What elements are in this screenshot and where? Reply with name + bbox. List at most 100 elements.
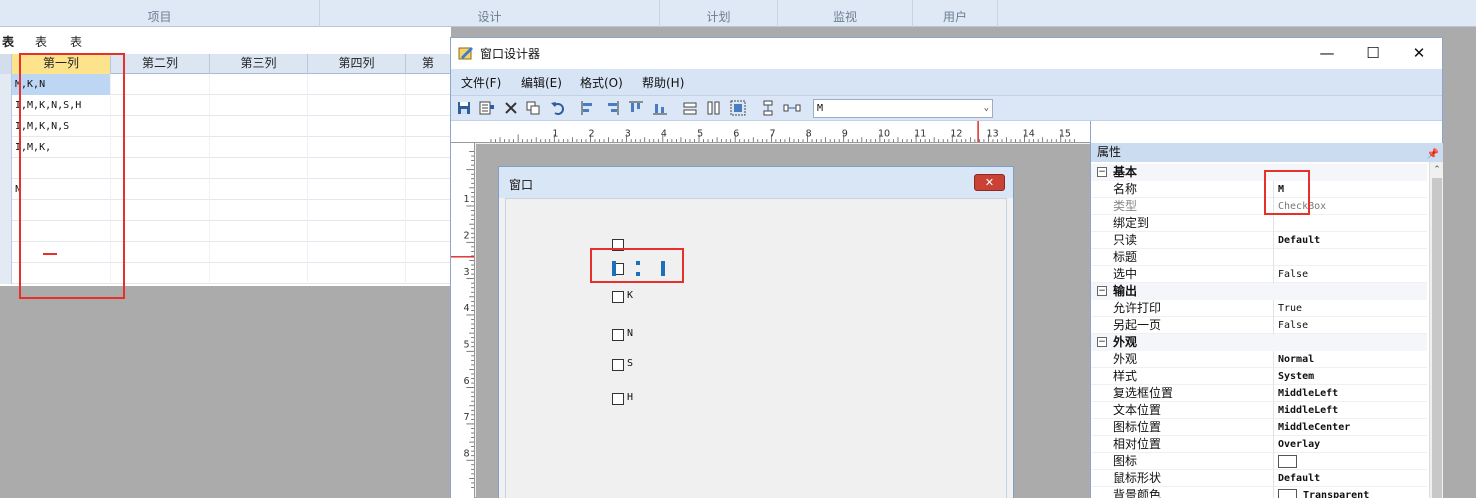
minimize-button[interactable]: — [1304, 38, 1350, 69]
prop-value[interactable]: MiddleLeft [1278, 385, 1338, 402]
horizontal-spacing-icon[interactable] [783, 99, 801, 117]
table-cell[interactable] [406, 95, 451, 116]
designed-form-body[interactable]: K N S H [505, 198, 1007, 498]
table-cell[interactable] [210, 200, 308, 221]
prop-row-backcolor[interactable]: 背景颜色 Transparent [1091, 487, 1427, 498]
category-appearance[interactable]: − 外观 [1091, 334, 1427, 351]
align-right-icon[interactable] [603, 99, 621, 117]
row-number[interactable] [0, 221, 12, 242]
prop-row-type[interactable]: 类型 CheckBox [1091, 198, 1427, 215]
undo-icon[interactable] [549, 99, 567, 117]
color-swatch[interactable] [1278, 489, 1297, 498]
maximize-button[interactable]: ☐ [1350, 38, 1396, 69]
table-cell[interactable] [210, 95, 308, 116]
prop-row-check-align[interactable]: 复选框位置 MiddleLeft [1091, 385, 1427, 402]
image-swatch[interactable] [1278, 455, 1297, 468]
table-cell[interactable] [111, 158, 210, 179]
align-top-icon[interactable] [627, 99, 645, 117]
table-cell[interactable] [210, 158, 308, 179]
table-cell[interactable] [308, 242, 406, 263]
table-cell[interactable] [308, 200, 406, 221]
prop-value[interactable]: True [1278, 300, 1302, 317]
collapse-icon[interactable]: − [1097, 337, 1107, 347]
table-cell[interactable] [111, 179, 210, 200]
prop-row-printable[interactable]: 允许打印 True [1091, 300, 1427, 317]
prop-row-checked[interactable]: 选中 False [1091, 266, 1427, 283]
table-cell[interactable] [308, 95, 406, 116]
prop-row-readonly[interactable]: 只读 Default [1091, 232, 1427, 249]
table-cell[interactable] [111, 221, 210, 242]
table-cell[interactable] [406, 74, 451, 95]
chevron-up-icon[interactable]: ⌃ [1430, 162, 1444, 178]
table-cell[interactable] [308, 179, 406, 200]
prop-row-appearance[interactable]: 外观 Normal [1091, 351, 1427, 368]
table-cell[interactable] [210, 137, 308, 158]
prop-value[interactable]: False [1278, 266, 1308, 283]
prop-row-new-page[interactable]: 另起一页 False [1091, 317, 1427, 334]
table-cell[interactable] [210, 179, 308, 200]
vertical-spacing-icon[interactable] [759, 99, 777, 117]
table-cell[interactable] [406, 179, 451, 200]
same-size-icon[interactable] [729, 99, 747, 117]
column-header-5[interactable]: 第 [406, 54, 451, 74]
checkbox-control[interactable] [612, 359, 624, 371]
checkbox-control[interactable] [612, 393, 624, 405]
select-all-corner[interactable] [0, 54, 12, 74]
menu-help[interactable]: 帮助(H) [642, 74, 684, 91]
table-cell[interactable] [210, 263, 308, 284]
row-number[interactable] [0, 179, 12, 200]
prop-value[interactable]: System [1278, 368, 1314, 385]
table-cell[interactable] [308, 263, 406, 284]
table-cell[interactable] [111, 137, 210, 158]
table-cell[interactable] [111, 95, 210, 116]
menu-format[interactable]: 格式(O) [580, 74, 623, 91]
ribbon-group-design[interactable]: 设计 [320, 0, 660, 27]
checkbox-control[interactable] [612, 291, 624, 303]
align-left-icon[interactable] [579, 99, 597, 117]
column-header-3[interactable]: 第三列 [210, 54, 308, 74]
table-cell[interactable] [111, 116, 210, 137]
sheet-tab-a[interactable]: 表A [0, 32, 17, 69]
table-cell[interactable] [210, 74, 308, 95]
table-cell[interactable] [406, 221, 451, 242]
category-output[interactable]: − 输出 [1091, 283, 1427, 300]
table-cell[interactable] [308, 158, 406, 179]
control-select-combo[interactable]: M ⌄ [813, 99, 993, 118]
save-icon[interactable] [455, 99, 473, 117]
table-cell[interactable] [111, 200, 210, 221]
column-header-4[interactable]: 第四列 [308, 54, 406, 74]
row-number[interactable] [0, 263, 12, 284]
collapse-icon[interactable]: − [1097, 286, 1107, 296]
prop-row-text-align[interactable]: 文本位置 MiddleLeft [1091, 402, 1427, 419]
table-cell[interactable] [111, 74, 210, 95]
table-cell[interactable] [111, 263, 210, 284]
table-cell[interactable] [406, 137, 451, 158]
table-cell[interactable] [406, 263, 451, 284]
design-canvas[interactable]: 窗口 ✕ K N S H [476, 144, 1090, 498]
row-number[interactable] [0, 95, 12, 116]
sheet-tab-c[interactable]: 表C [68, 32, 84, 69]
prop-row-image-align[interactable]: 图标位置 MiddleCenter [1091, 419, 1427, 436]
category-basic[interactable]: − 基本 [1091, 164, 1427, 181]
scrollbar-thumb[interactable] [1432, 178, 1442, 498]
table-cell[interactable] [406, 116, 451, 137]
prop-value[interactable]: Transparent [1303, 487, 1369, 498]
same-height-icon[interactable] [705, 99, 723, 117]
designer-titlebar[interactable]: 窗口设计器 — ☐ ✕ [451, 38, 1442, 69]
row-number[interactable] [0, 116, 12, 137]
prop-value[interactable]: Normal [1278, 351, 1314, 368]
prop-row-bind[interactable]: 绑定到 [1091, 215, 1427, 232]
designed-form[interactable]: 窗口 ✕ K N S H [498, 166, 1014, 498]
table-cell[interactable] [111, 242, 210, 263]
prop-value[interactable]: False [1278, 317, 1308, 334]
table-cell[interactable] [406, 200, 451, 221]
table-cell[interactable] [308, 116, 406, 137]
column-header-2[interactable]: 第二列 [111, 54, 210, 74]
align-bottom-icon[interactable] [651, 99, 669, 117]
ribbon-group-plan[interactable]: 计划 [660, 0, 778, 27]
table-cell[interactable] [406, 158, 451, 179]
property-scrollbar[interactable]: ⌃ [1429, 162, 1443, 498]
table-cell[interactable] [210, 242, 308, 263]
prop-value[interactable]: Default [1278, 232, 1320, 249]
ribbon-group-project[interactable]: 项目 [0, 0, 320, 27]
